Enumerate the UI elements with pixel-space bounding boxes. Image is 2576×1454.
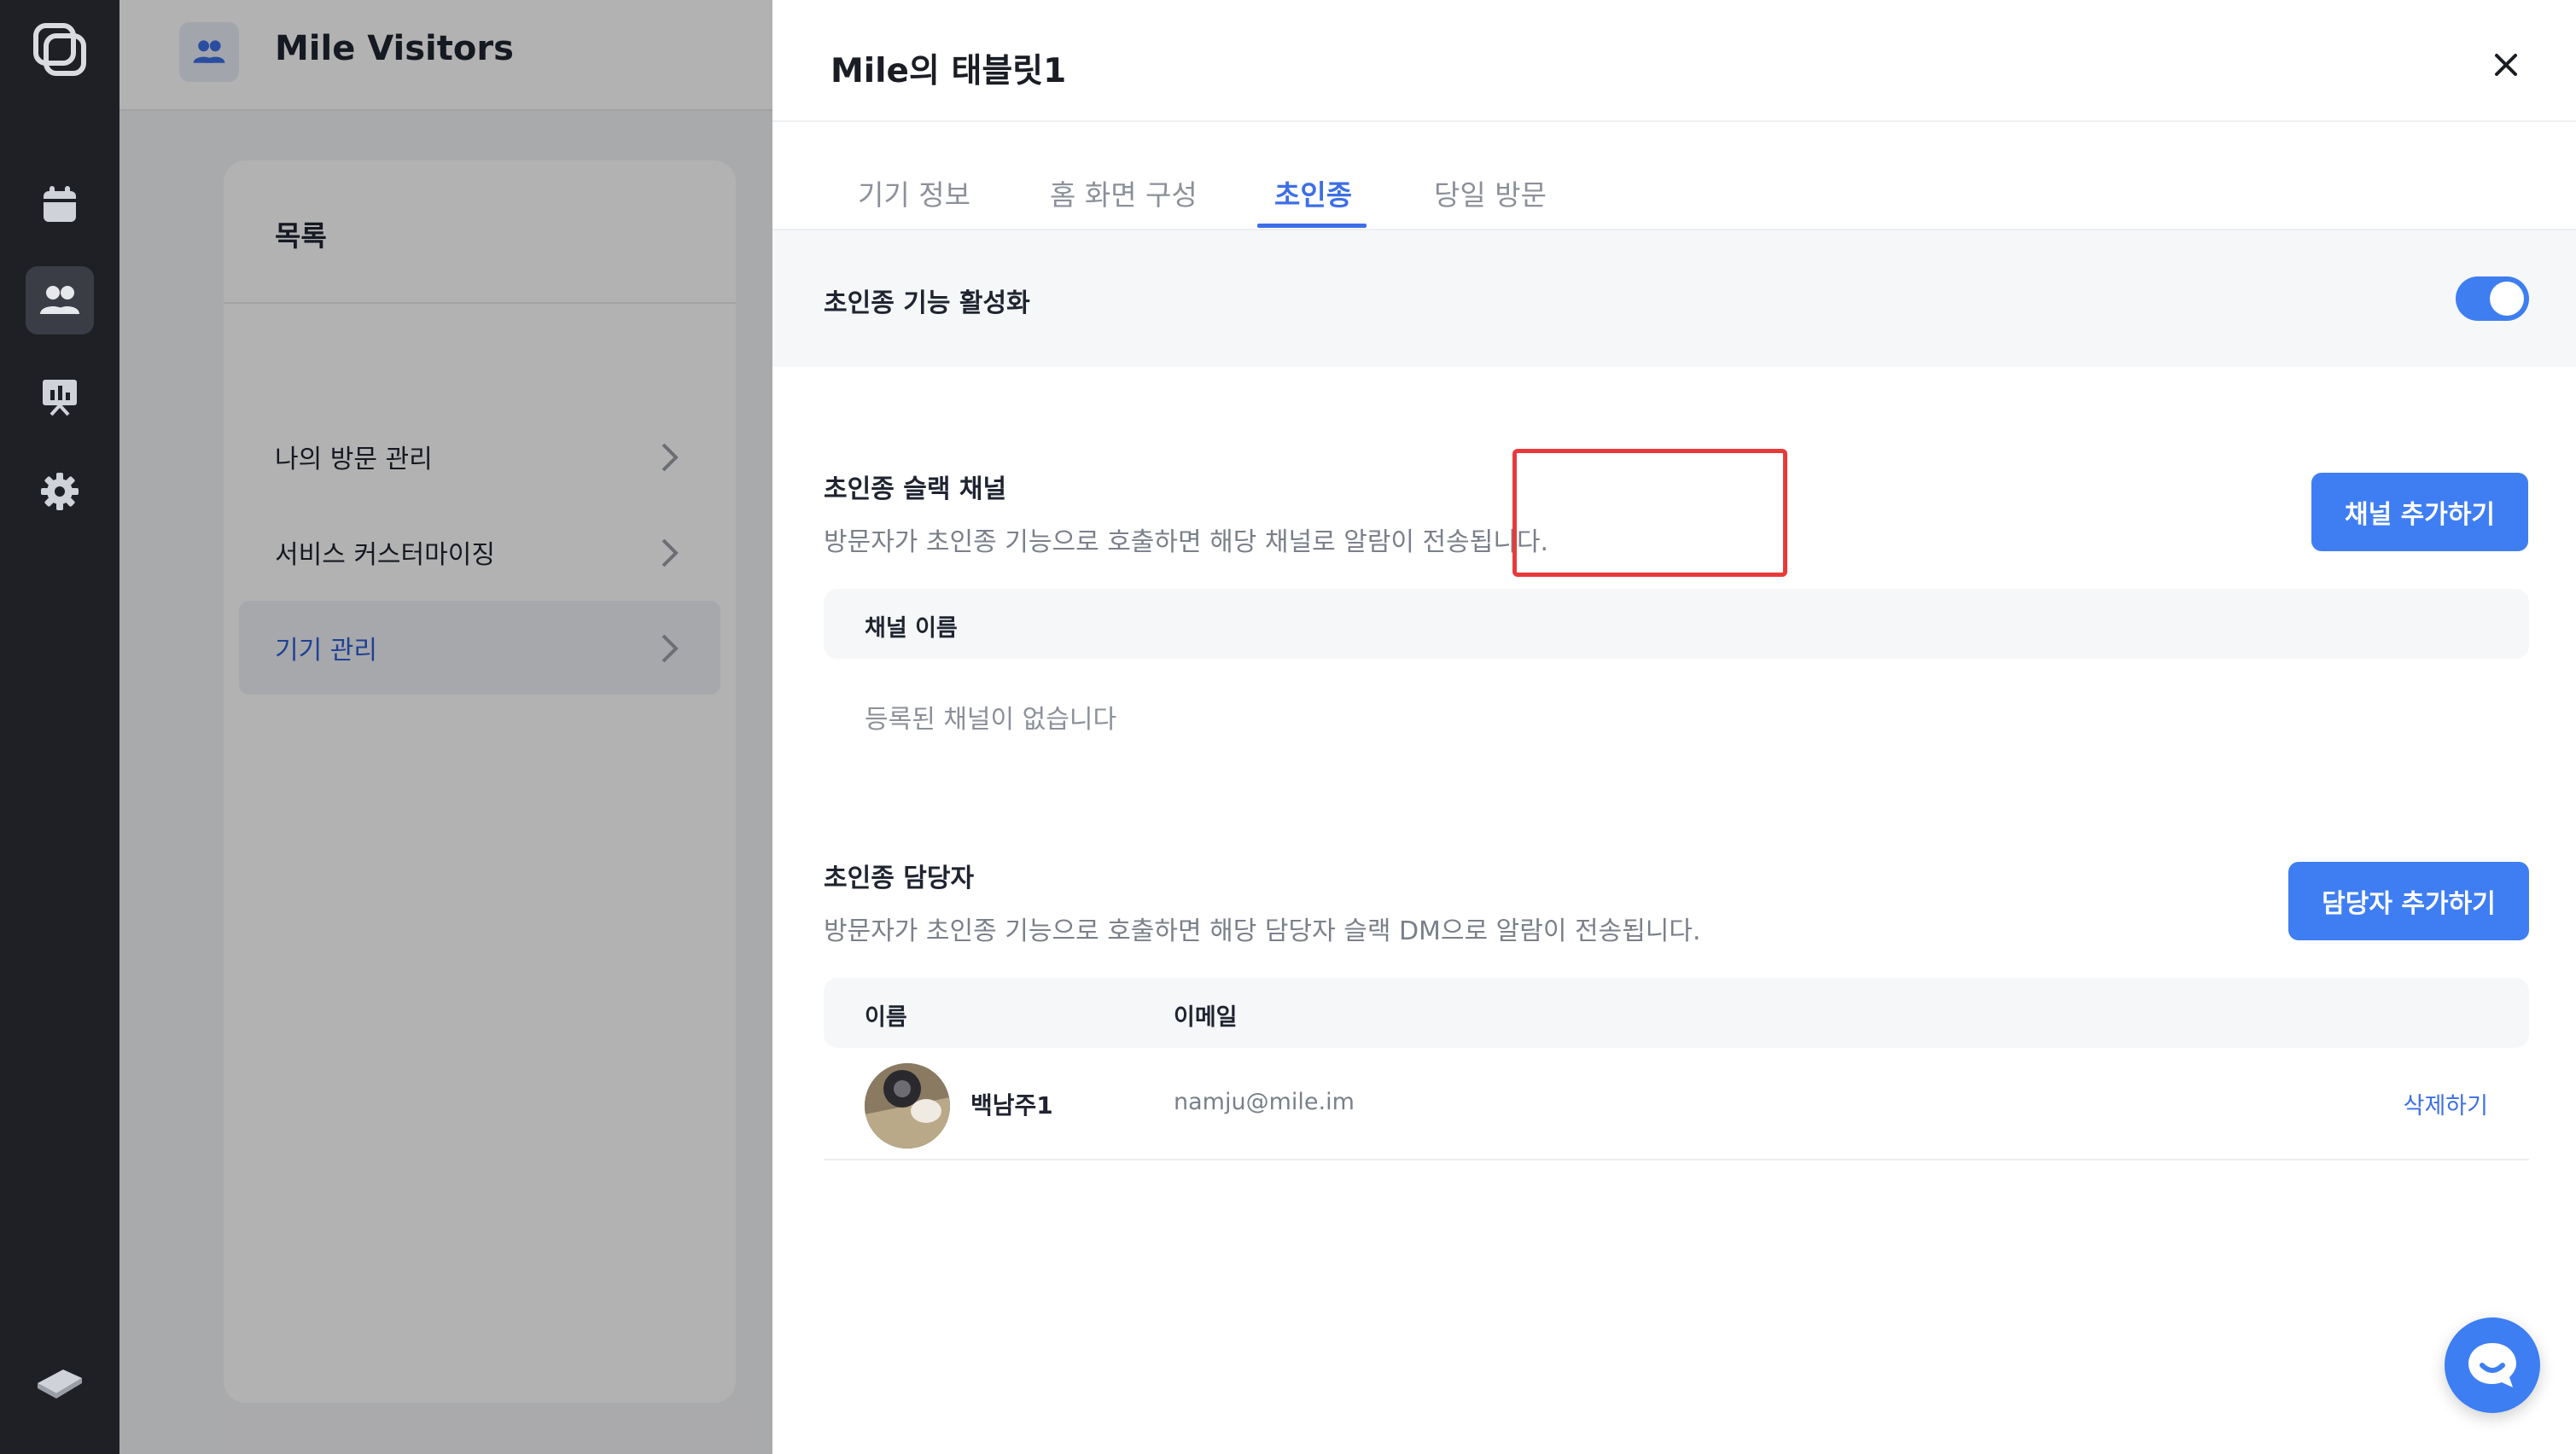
channel-section-title: 초인종 슬랙 채널 [824,474,1007,504]
tab-bar: 기기 정보 홈 화면 구성 초인종 당일 방문 [772,162,2576,230]
presentation-icon[interactable] [26,362,94,430]
toggle-label: 초인종 기능 활성화 [824,288,1030,318]
modal-overlay[interactable] [119,0,772,1454]
toggle-knob [2490,282,2524,316]
channel-table-header: 채널 이름 [824,589,2529,659]
app-logo-icon[interactable] [29,19,90,80]
column-header: 채널 이름 [865,615,958,642]
doorbell-toggle-row: 초인종 기능 활성화 [772,230,2576,367]
book-icon[interactable] [26,1345,94,1413]
tab-device-info[interactable]: 기기 정보 [858,172,970,213]
tab-doorbell[interactable]: 초인종 [1274,172,1352,213]
add-manager-button[interactable]: 담당자 추가하기 [2288,862,2529,940]
channel-section-description: 방문자가 초인종 기능으로 호출하면 해당 채널로 알람이 전송됩니다. [824,527,1549,557]
app-rail [0,0,119,1454]
active-tab-indicator [1257,224,1367,228]
manager-section-title: 초인종 담당자 [824,864,975,893]
close-icon[interactable] [2481,44,2531,85]
tab-home-screen[interactable]: 홈 화면 구성 [1050,172,1198,213]
gear-icon[interactable] [26,457,94,526]
add-channel-button[interactable]: 채널 추가하기 [2311,473,2528,551]
column-header-name: 이름 [865,1004,907,1031]
calendar-icon[interactable] [26,171,94,239]
manager-section-description: 방문자가 초인종 기능으로 호출하면 해당 담당자 슬랙 DM으로 알람이 전송… [824,916,1701,946]
manager-table-header: 이름 이메일 [824,978,2529,1048]
doorbell-toggle[interactable] [2456,276,2529,321]
delete-manager-link[interactable]: 삭제하기 [2404,1087,2488,1120]
tab-same-day-visit[interactable]: 당일 방문 [1434,172,1547,213]
divider [772,120,2576,122]
empty-channel-message: 등록된 채널이 없습니다 [865,705,1117,735]
users-icon[interactable] [26,266,94,334]
device-drawer: Mile의 태블릿1 기기 정보 홈 화면 구성 초인종 당일 방문 초인종 기… [772,0,2576,1454]
column-header-email: 이메일 [1174,1004,1238,1031]
chat-icon[interactable] [2445,1317,2540,1413]
manager-email: namju@mile.im [1174,1089,1355,1115]
highlight-box [1512,449,1787,577]
drawer-title: Mile의 태블릿1 [830,52,1067,90]
table-row: 백남주1 namju@mile.im 삭제하기 [824,1046,2529,1160]
avatar [865,1063,950,1149]
manager-name: 백남주1 [970,1091,1053,1120]
